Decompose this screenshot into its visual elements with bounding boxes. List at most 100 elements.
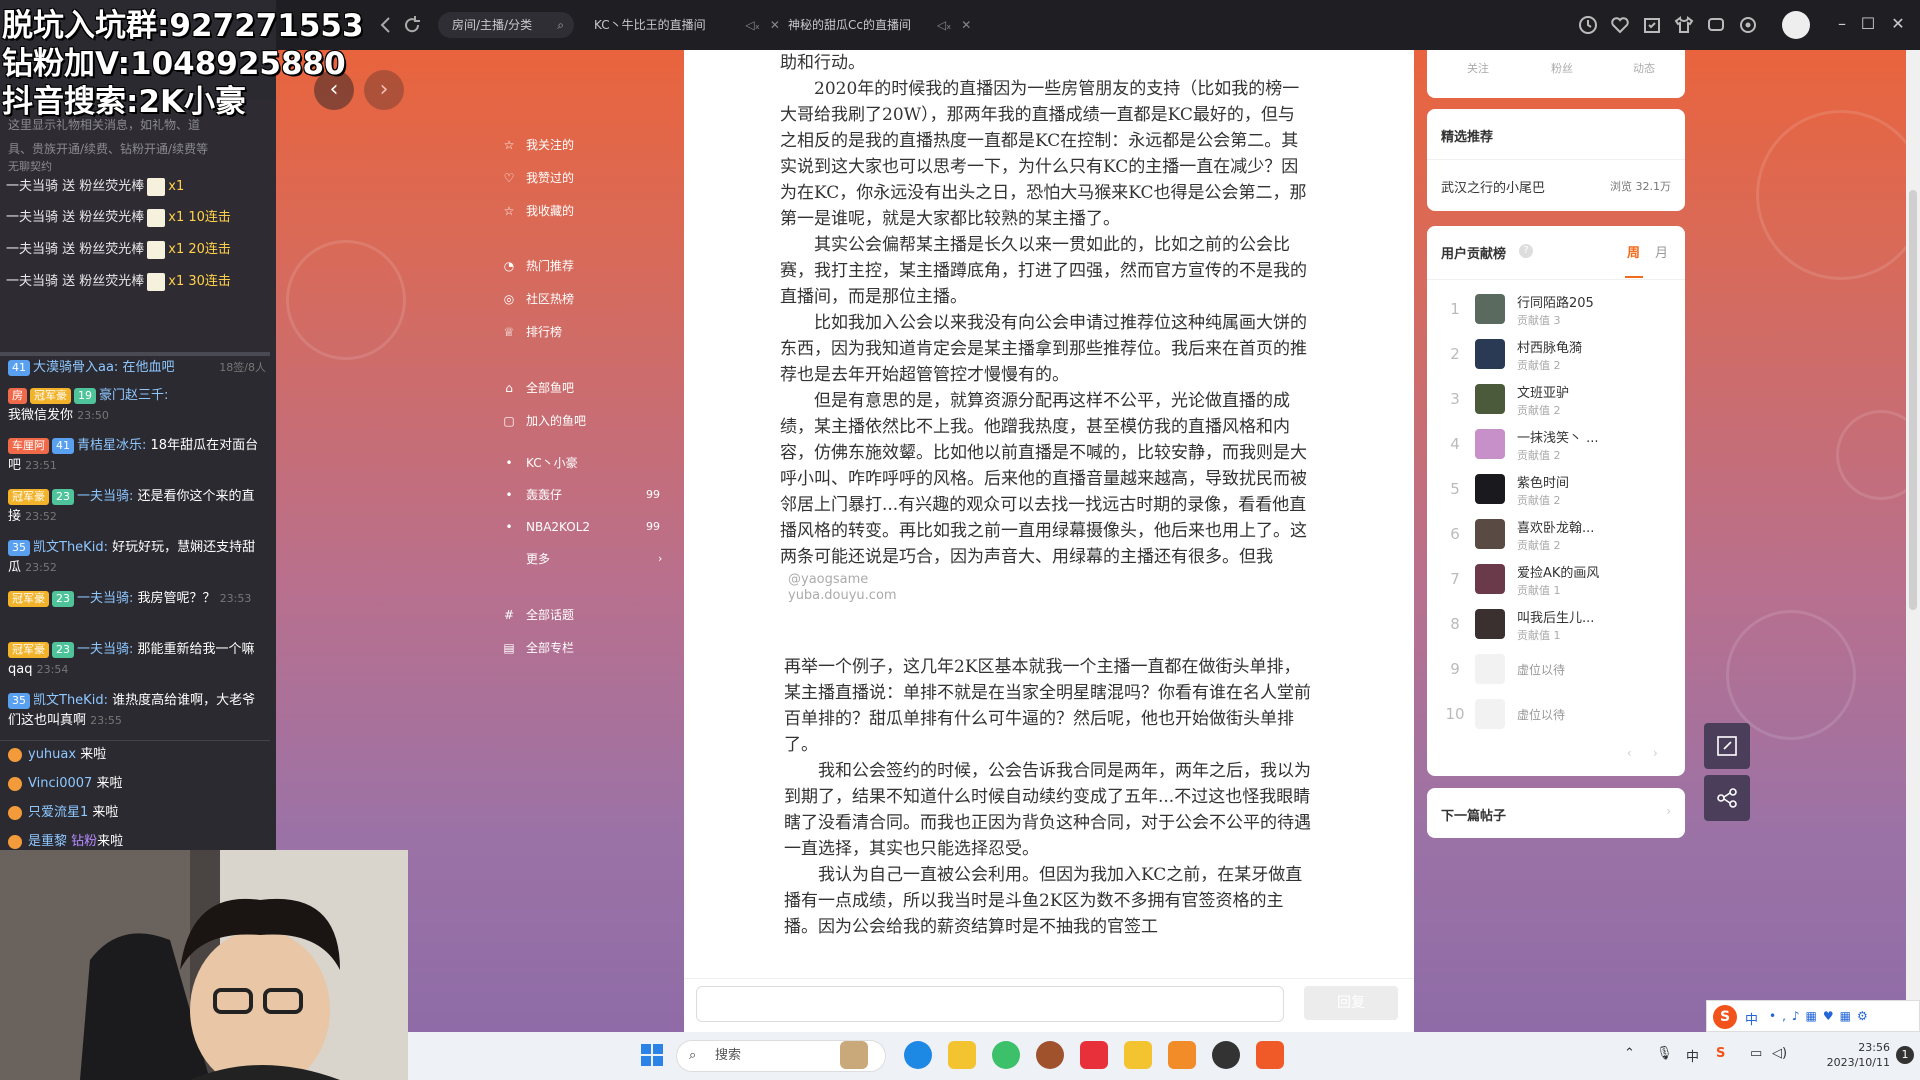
heart-icon[interactable] <box>1608 13 1632 37</box>
chat-username[interactable]: 一夫当骑: <box>77 642 133 657</box>
nav-label: NBA2KOL2 <box>526 520 591 534</box>
nav-community-hot[interactable]: ◎ 社区热榜 <box>502 289 574 309</box>
help-icon[interactable]: ? <box>1519 244 1533 258</box>
nav-all-topics[interactable]: # 全部话题 <box>502 605 574 625</box>
divider <box>1427 159 1685 160</box>
history-icon[interactable] <box>1576 13 1600 37</box>
basketball-icon[interactable] <box>1036 1041 1064 1069</box>
tab-label: 房间/主播/分类 <box>452 18 533 32</box>
minimize-icon[interactable]: – <box>1832 14 1852 34</box>
wechat-icon[interactable] <box>992 1041 1020 1069</box>
tab-label: 神秘的甜瓜Cc的直播间 <box>788 18 911 32</box>
windows-start-icon[interactable] <box>638 1041 666 1069</box>
reply-input[interactable] <box>696 986 1284 1022</box>
bookmark-icon: ▢ <box>503 414 515 428</box>
edit-button[interactable] <box>1704 723 1750 769</box>
entry-name[interactable]: 是重黎 <box>28 834 67 849</box>
chat-username[interactable]: 凯文TheKid: <box>33 540 108 555</box>
netease-music-icon[interactable] <box>1080 1041 1108 1069</box>
volume-icon[interactable]: ◁) <box>1772 1046 1787 1061</box>
chevron-right-icon[interactable]: › <box>1653 746 1658 760</box>
tab-tiangua-live[interactable]: 神秘的甜瓜Cc的直播间 ◁ₓ ✕ <box>788 12 971 38</box>
nav-liked[interactable]: ♡ 我赞过的 <box>502 168 574 188</box>
chat-username[interactable]: 豪门赵三千: <box>99 388 168 403</box>
ranking-row[interactable]: 4 一抹浅笑丶 ... 贡献值 2 <box>1427 423 1685 468</box>
nav-favorites[interactable]: ☆ 我收藏的 <box>502 201 574 221</box>
close-window-icon[interactable]: ✕ <box>1888 14 1908 34</box>
ime-mode[interactable]: 中 <box>1745 1009 1758 1028</box>
tray-chevron-icon[interactable]: ⌃ <box>1624 1046 1635 1061</box>
nav-more[interactable]: 更多 › <box>502 549 662 569</box>
entry-name[interactable]: 只爱流星1 <box>28 805 88 820</box>
ime-tray-icon[interactable]: 中 <box>1686 1046 1699 1065</box>
widget-icon[interactable] <box>840 1041 868 1069</box>
nav-all-columns[interactable]: ▤ 全部专栏 <box>502 638 574 658</box>
network-icon[interactable]: ▭ <box>1750 1046 1762 1061</box>
avatar[interactable] <box>1782 11 1810 39</box>
ranking-row[interactable]: 3 文班亚驴 贡献值 2 <box>1427 378 1685 423</box>
ranking-row[interactable]: 5 紫色时间 贡献值 2 <box>1427 468 1685 513</box>
nav-ranking[interactable]: ♕ 排行榜 <box>502 322 562 342</box>
next-arrow-button[interactable]: › <box>364 70 404 110</box>
chat-username[interactable]: 青桔星冰乐: <box>77 438 146 453</box>
nav-bar-item[interactable]: • KC丶小豪 <box>502 453 577 473</box>
chat-icon[interactable] <box>1704 13 1728 37</box>
next-post-card[interactable]: 下一篇帖子 › <box>1427 788 1685 838</box>
ime-tools-icon[interactable]: •,♪▦♥▦⚙ <box>1769 1009 1874 1023</box>
edge-icon[interactable] <box>904 1041 932 1069</box>
maximize-icon[interactable]: ☐ <box>1858 14 1878 34</box>
tab-search[interactable]: 房间/主播/分类 ⌕ <box>438 12 574 38</box>
ranking-row[interactable]: 8 叫我后生儿... 贡献值 1 <box>1427 603 1685 648</box>
ranking-row: 9 虚位以待 <box>1427 648 1685 693</box>
chat-username[interactable]: 一夫当骑: <box>77 489 133 504</box>
ime-toolbar[interactable]: S 中 •,♪▦♥▦⚙ <box>1706 1000 1920 1032</box>
ranking-row[interactable]: 7 爱捡AK的画风 贡献值 1 <box>1427 558 1685 603</box>
nav-bar-item[interactable]: • NBA2KOL2 99 <box>502 517 660 537</box>
ranking-row[interactable]: 6 喜欢卧龙翰... 贡献值 2 <box>1427 513 1685 558</box>
app-icon[interactable] <box>948 1041 976 1069</box>
nav-all-bars[interactable]: ⌂ 全部鱼吧 <box>502 378 574 398</box>
entry-name[interactable]: yuhuax <box>28 747 76 762</box>
ranking-row[interactable]: 2 村西脉龟漪 贡献值 2 <box>1427 333 1685 378</box>
calendar-icon[interactable] <box>1640 13 1664 37</box>
sogou-tray-icon[interactable]: S <box>1716 1046 1725 1061</box>
close-icon[interactable]: ✕ <box>770 18 780 32</box>
tab-month[interactable]: 月 <box>1655 242 1668 261</box>
rank-username: 叫我后生儿... <box>1517 611 1595 626</box>
chat-username[interactable]: 凯文TheKid: <box>33 693 108 708</box>
app-icon[interactable] <box>1124 1041 1152 1069</box>
divider[interactable] <box>0 352 270 356</box>
webcam-feed <box>0 850 408 1080</box>
share-button[interactable] <box>1704 775 1750 821</box>
page-scrollbar[interactable] <box>1906 50 1920 1032</box>
system-clock[interactable]: 23:56 2023/10/11 <box>1820 1040 1890 1070</box>
reply-button[interactable]: 回复 <box>1304 986 1398 1020</box>
tab-week[interactable]: 周 <box>1627 242 1640 261</box>
nav-bar-item[interactable]: • 轰轰仔 99 <box>502 485 660 505</box>
chevron-left-icon[interactable]: ‹ <box>1627 746 1632 760</box>
star-icon: ☆ <box>503 138 515 152</box>
settings-icon[interactable] <box>1736 13 1760 37</box>
app-icon[interactable] <box>1256 1041 1284 1069</box>
nav-following[interactable]: ☆ 我关注的 <box>502 135 574 155</box>
douyu-icon[interactable] <box>1168 1041 1196 1069</box>
level-badge: 23 <box>52 590 74 607</box>
entry-name[interactable]: Vinci0007 <box>28 776 92 791</box>
notification-badge[interactable]: 1 <box>1896 1046 1914 1064</box>
tab-kc-live[interactable]: KC丶牛比王的直播间 ◁ₓ ✕ <box>594 12 780 38</box>
close-icon[interactable]: ✕ <box>961 18 971 32</box>
card-title: 精选推荐 <box>1441 130 1494 145</box>
refresh-icon[interactable] <box>400 13 424 37</box>
ranking-row[interactable]: 1 行同陌路205 贡献值 3 <box>1427 288 1685 333</box>
back-icon[interactable] <box>374 13 398 37</box>
nav-hot[interactable]: ◔ 热门推荐 <box>502 256 574 276</box>
shirt-icon[interactable] <box>1672 13 1696 37</box>
fan-badge: 冠军豪 <box>30 387 71 404</box>
featured-post-link[interactable]: 武汉之行的小尾巴 <box>1441 177 1545 196</box>
microphone-icon[interactable]: 🎙 <box>1656 1046 1673 1061</box>
nav-joined-bars[interactable]: ▢ 加入的鱼吧 <box>502 411 586 431</box>
app-icon[interactable] <box>1212 1041 1240 1069</box>
chat-username[interactable]: 一夫当骑: <box>77 591 133 606</box>
scrollbar-thumb[interactable] <box>1909 190 1917 610</box>
gift-text: 一夫当骑 送 粉丝荧光棒 <box>6 210 145 225</box>
